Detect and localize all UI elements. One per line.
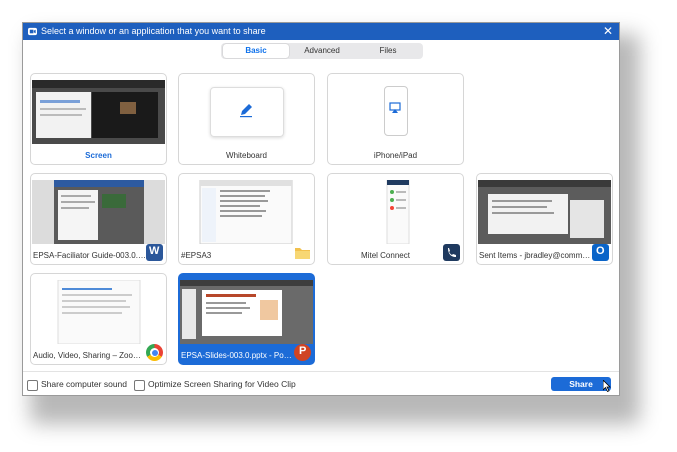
optimize-video-label: Optimize Screen Sharing for Video Clip [148,379,296,389]
share-tile-window-selected[interactable]: EPSA-Slides-003.0.pptx - PowerP... P [178,273,315,365]
word-doc-preview [54,180,144,244]
share-sound-label: Share computer sound [41,379,127,389]
iphone-thumbnail [329,80,462,144]
tile-label: #EPSA3 [181,251,212,260]
powerpoint-preview [180,280,313,344]
tab-basic[interactable]: Basic [223,44,289,58]
share-button[interactable]: Share [551,377,611,391]
tile-label: Mitel Connect [361,251,410,260]
window-thumbnail [180,180,313,244]
mitel-icon [443,244,460,261]
whiteboard-thumbnail [180,80,313,144]
tab-advanced[interactable]: Advanced [289,44,355,58]
tile-label: Audio, Video, Sharing – Zoom He... [33,351,146,360]
window-thumbnail [32,280,165,344]
explorer-preview [199,180,293,244]
tile-label: EPSA-Slides-003.0.pptx - PowerP... [181,351,294,360]
share-sound-checkbox[interactable] [27,380,38,391]
share-tile-window[interactable]: Sent Items - jbradley@communis... O [476,173,613,265]
tile-label: Sent Items - jbradley@communis... [479,251,592,260]
tile-label: iPhone/iPad [373,151,418,160]
share-tile-window[interactable]: Mitel Connect [327,173,464,265]
folder-icon [294,244,311,261]
tile-label: Screen [85,151,112,160]
share-tile-screen[interactable]: Screen [30,73,167,165]
share-tile-window[interactable]: EPSA-Faciliator Guide-003.0.docx... W [30,173,167,265]
screen-preview-image [32,80,165,144]
word-icon: W [146,244,163,261]
tab-files[interactable]: Files [355,44,421,58]
chrome-icon [146,344,163,361]
dialog-footer: Share computer sound Optimize Screen Sha… [23,371,619,396]
window-thumbnail [329,180,462,244]
window-thumbnail [32,180,165,244]
window-thumbnail [180,280,313,344]
share-tile-iphone-ipad[interactable]: iPhone/iPad [327,73,464,165]
zoom-logo-icon [28,27,37,36]
tile-label: EPSA-Faciliator Guide-003.0.docx... [33,251,146,260]
screen-thumbnail [32,80,165,144]
outlook-preview [478,180,611,244]
close-icon[interactable]: ✕ [603,23,613,40]
airplay-icon [389,102,401,113]
window-title: Select a window or an application that y… [41,26,266,36]
powerpoint-icon: P [294,344,311,361]
share-screen-dialog: Select a window or an application that y… [22,22,620,396]
share-tile-window[interactable]: Audio, Video, Sharing – Zoom He... [30,273,167,365]
tab-bar: Basic Advanced Files [221,43,423,59]
mouse-cursor-icon [603,380,611,392]
window-thumbnail [478,180,611,244]
share-tile-window[interactable]: #EPSA3 [178,173,315,265]
optimize-video-checkbox[interactable] [134,380,145,391]
outlook-icon: O [592,244,609,261]
mitel-preview [386,180,410,244]
title-bar: Select a window or an application that y… [23,23,619,40]
pencil-icon [240,104,252,118]
tile-label: Whiteboard [226,151,267,160]
chrome-preview [57,280,141,344]
share-tile-whiteboard[interactable]: Whiteboard [178,73,315,165]
